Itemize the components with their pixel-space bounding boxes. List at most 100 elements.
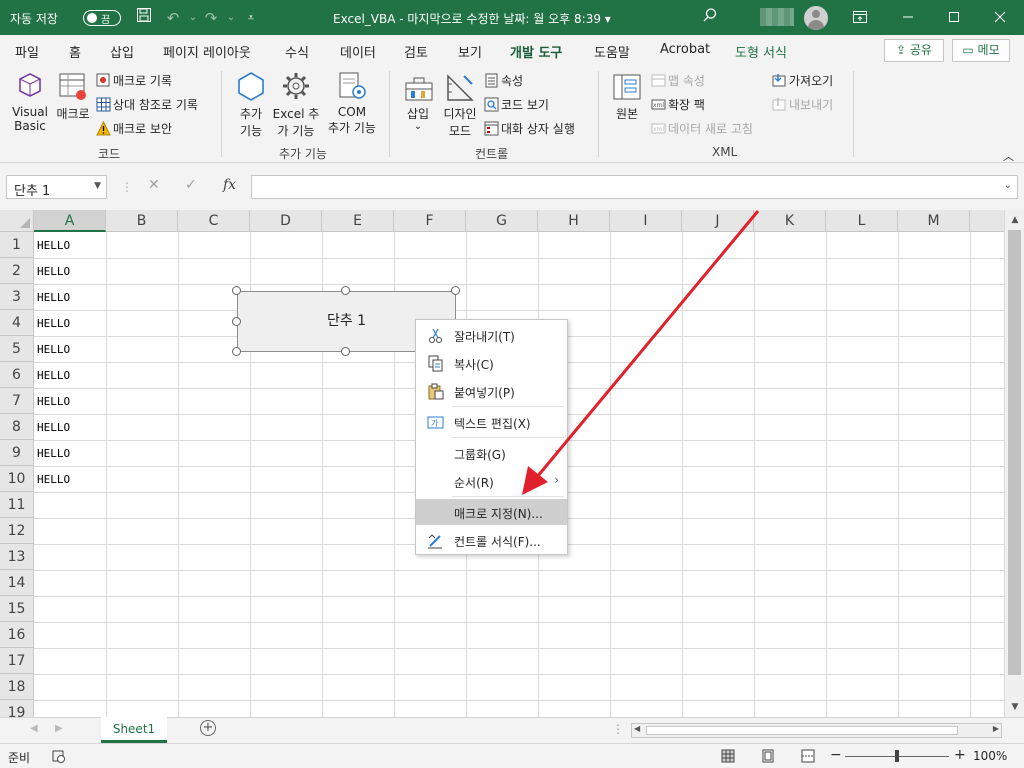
column-header-D[interactable]: D [250, 210, 322, 232]
ribbon-display-options-icon[interactable] [849, 7, 871, 29]
run-dialog-button[interactable]: 대화 상자 실행 [484, 120, 575, 137]
tab-view[interactable]: 보기 [458, 42, 482, 61]
redo-dropdown-icon[interactable]: ⌄ [220, 7, 242, 29]
zoom-in-button[interactable]: + [954, 747, 966, 763]
next-sheet-icon[interactable]: ▶ [55, 723, 63, 734]
tab-help[interactable]: 도움말 [594, 42, 630, 61]
row-header-11[interactable]: 11 [0, 492, 34, 518]
scroll-right-icon[interactable]: ▶ [993, 724, 999, 733]
column-header-I[interactable]: I [610, 210, 682, 232]
row-header-13[interactable]: 13 [0, 544, 34, 570]
menu-item-format-control[interactable]: 컨트롤 서식(F)... [416, 527, 567, 553]
formula-input[interactable]: ⌄ [251, 175, 1018, 199]
expand-formula-icon[interactable]: ⌄ [1004, 180, 1012, 191]
row-header-4[interactable]: 4 [0, 310, 34, 336]
page-break-view-icon[interactable] [801, 749, 815, 763]
resize-handle[interactable] [232, 317, 241, 326]
tab-insert[interactable]: 삽입 [110, 42, 134, 61]
vertical-scrollbar[interactable]: ▲ ▼ [1004, 210, 1024, 717]
page-layout-view-icon[interactable] [761, 749, 775, 763]
insert-function-icon[interactable]: fx [223, 177, 236, 193]
refresh-data-button[interactable]: xml 데이터 새로 고침 [651, 120, 753, 137]
row-header-5[interactable]: 5 [0, 336, 34, 362]
column-header-N[interactable] [970, 210, 1004, 232]
row-header-14[interactable]: 14 [0, 570, 34, 596]
enter-icon[interactable]: ✓ [185, 177, 197, 193]
prev-sheet-icon[interactable]: ◀ [30, 723, 38, 734]
menu-item-order[interactable]: 순서(R) › [416, 468, 567, 494]
zoom-slider-thumb[interactable] [895, 750, 899, 762]
cancel-icon[interactable]: ✕ [148, 177, 160, 193]
menu-item-copy[interactable]: 복사(C) [416, 350, 567, 376]
autosave-toggle[interactable]: 끔 [83, 10, 121, 26]
tab-page-layout[interactable]: 페이지 레이아웃 [163, 42, 251, 61]
scroll-left-icon[interactable]: ◀ [634, 724, 640, 733]
tab-file[interactable]: 파일 [15, 42, 39, 61]
comments-button[interactable]: ▭ 메모 [952, 39, 1010, 62]
column-header-G[interactable]: G [466, 210, 538, 232]
undo-icon[interactable]: ↶ [162, 7, 184, 29]
menu-item-group[interactable]: 그룹화(G) › [416, 440, 567, 466]
menu-item-assign-macro[interactable]: 매크로 지정(N)... [416, 499, 567, 525]
tab-home[interactable]: 홈 [69, 42, 81, 61]
row-header-8[interactable]: 8 [0, 414, 34, 440]
row-header-18[interactable]: 18 [0, 674, 34, 700]
cell-A6[interactable]: HELLO [37, 369, 70, 382]
cell-A2[interactable]: HELLO [37, 265, 70, 278]
tab-review[interactable]: 검토 [404, 42, 428, 61]
expansion-packs-button[interactable]: xml 확장 팩 [651, 96, 705, 113]
tab-acrobat[interactable]: Acrobat [660, 42, 710, 57]
cell-A9[interactable]: HELLO [37, 447, 70, 460]
row-header-19[interactable]: 19 [0, 700, 34, 717]
resize-handle[interactable] [341, 286, 350, 295]
row-header-16[interactable]: 16 [0, 622, 34, 648]
new-sheet-icon[interactable]: + [200, 720, 216, 736]
name-box[interactable]: 단추 1 ▼ [6, 175, 107, 199]
column-header-B[interactable]: B [106, 210, 178, 232]
search-icon[interactable] [699, 7, 721, 29]
tab-data[interactable]: 데이터 [340, 42, 376, 61]
cell-A10[interactable]: HELLO [37, 473, 70, 486]
vertical-scroll-thumb[interactable] [1008, 230, 1021, 675]
scroll-up-icon[interactable]: ▲ [1007, 212, 1023, 228]
properties-button[interactable]: 속성 [484, 72, 523, 89]
cell-A8[interactable]: HELLO [37, 421, 70, 434]
share-button[interactable]: ⇪ 공유 [884, 39, 944, 62]
macro-security-button[interactable]: 매크로 보안 [96, 120, 172, 137]
row-header-7[interactable]: 7 [0, 388, 34, 414]
resize-handle[interactable] [451, 286, 460, 295]
import-button[interactable]: 가져오기 [772, 72, 833, 89]
column-header-E[interactable]: E [322, 210, 394, 232]
zoom-level[interactable]: 100% [973, 749, 1007, 763]
resize-handle[interactable] [232, 286, 241, 295]
chevron-down-icon[interactable]: ▼ [94, 181, 101, 191]
column-header-H[interactable]: H [538, 210, 610, 232]
row-header-12[interactable]: 12 [0, 518, 34, 544]
view-code-button[interactable]: 코드 보기 [484, 96, 549, 113]
tab-shape-format[interactable]: 도형 서식 [735, 42, 787, 61]
cell-A4[interactable]: HELLO [37, 317, 70, 330]
menu-item-edit-text[interactable]: 가 텍스트 편집(X) [416, 409, 567, 435]
tab-developer[interactable]: 개발 도구 [510, 42, 563, 69]
redo-icon[interactable]: ↷ [200, 7, 222, 29]
row-header-17[interactable]: 17 [0, 648, 34, 674]
record-macro-button[interactable]: 매크로 기록 [96, 72, 172, 89]
horizontal-scrollbar[interactable]: ◀ ▶ [631, 723, 1002, 738]
splitter-icon[interactable]: ⋮ [612, 722, 624, 736]
row-header-6[interactable]: 6 [0, 362, 34, 388]
resize-handle[interactable] [232, 347, 241, 356]
column-header-J[interactable]: J [682, 210, 754, 232]
row-header-2[interactable]: 2 [0, 258, 34, 284]
minimize-icon[interactable] [897, 7, 919, 29]
maximize-icon[interactable] [943, 7, 965, 29]
menu-item-paste[interactable]: 붙여넣기(P) [416, 378, 567, 404]
avatar[interactable] [804, 6, 828, 30]
row-header-9[interactable]: 9 [0, 440, 34, 466]
zoom-out-button[interactable]: − [830, 747, 842, 763]
close-icon[interactable] [989, 7, 1011, 29]
select-all-button[interactable] [0, 210, 34, 232]
column-header-L[interactable]: L [826, 210, 898, 232]
row-header-15[interactable]: 15 [0, 596, 34, 622]
save-icon[interactable] [133, 7, 155, 29]
row-header-1[interactable]: 1 [0, 232, 34, 258]
